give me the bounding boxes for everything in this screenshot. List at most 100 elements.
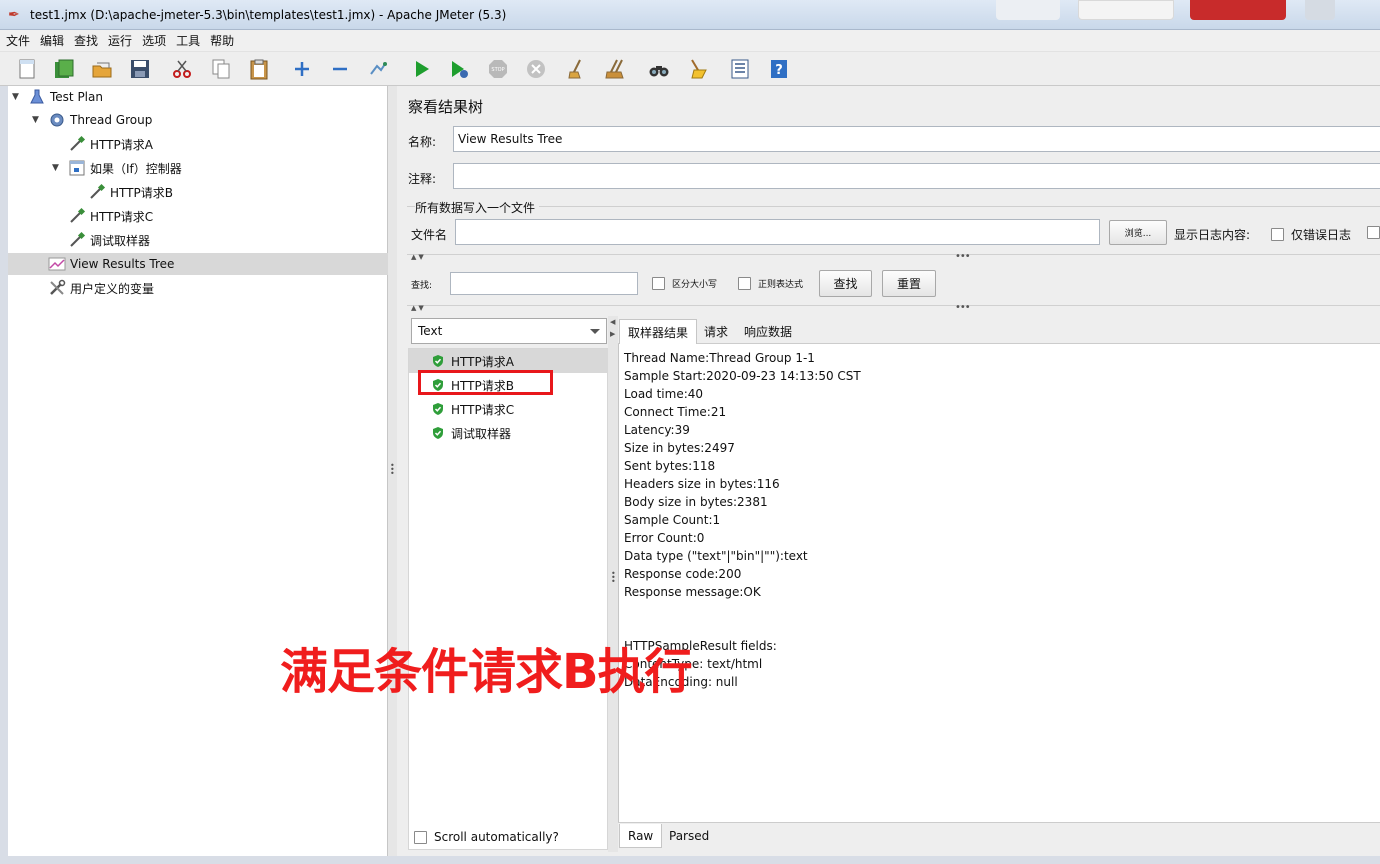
scroll-automatically-checkbox[interactable]: Scroll automatically? [414,830,559,844]
templates-icon[interactable] [52,57,76,81]
menu-tools[interactable]: 工具 [176,32,200,49]
toggle-icon[interactable] [366,57,390,81]
menu-options[interactable]: 选项 [142,32,166,49]
reset-search-icon[interactable] [685,57,709,81]
tree-node-http-c[interactable]: HTTP请求C [68,205,153,227]
chevron-down-icon[interactable] [590,329,600,334]
svg-text:?: ? [775,63,783,78]
expand-icon[interactable] [290,57,314,81]
browse-button[interactable]: 浏览... [1109,220,1167,245]
result-item-http-c[interactable]: HTTP请求C [409,397,608,421]
collapse-icon[interactable] [328,57,352,81]
search-input[interactable] [450,272,638,295]
clear-icon[interactable] [565,57,589,81]
checkbox-box[interactable] [414,830,427,844]
minimize-button[interactable] [996,0,1060,20]
tree-node-test-plan[interactable]: ▼ Test Plan [12,86,103,108]
section-divider[interactable]: ▲▼ ••• [407,251,1380,263]
main-splitter[interactable]: • • • [388,86,397,856]
results-splitter[interactable]: ◀ ▶ • • • [608,316,618,852]
tree-node-view-results-tree[interactable]: View Results Tree [8,253,388,275]
panel-title: 察看结果树 [408,98,484,116]
tab-response-data[interactable]: 响应数据 [736,319,800,344]
checkbox-box[interactable] [738,277,751,290]
start-icon[interactable] [410,57,434,81]
test-plan-tree: ▼ Test Plan ▼ Thread Group HTTP请求A ▼ 如果（… [8,86,388,856]
arrow-left-icon[interactable]: ◀ [610,318,615,326]
reset-button[interactable]: 重置 [882,270,936,297]
clear-all-icon[interactable] [604,57,628,81]
splitter-grip: • • • [390,461,395,478]
collapse-arrow-icon[interactable]: ▼ [32,115,42,125]
tab-request[interactable]: 请求 [696,319,736,344]
divider-arrows-icon[interactable]: ▲▼ [411,304,426,312]
tree-node-http-a[interactable]: HTTP请求A [68,133,153,155]
controller-icon [68,159,86,177]
checkbox-box[interactable] [1271,228,1284,241]
search-button[interactable]: 查找 [819,270,872,297]
result-item-debug-sampler[interactable]: 调试取样器 [409,421,608,445]
detail-line: Body size in bytes:2381 [624,495,768,509]
menu-file[interactable]: 文件 [6,32,30,49]
new-icon[interactable] [15,57,39,81]
arrow-right-icon[interactable]: ▶ [610,330,615,338]
tree-label: HTTP请求C [90,209,154,224]
divider-grip: ••• [955,302,971,313]
name-input[interactable]: View Results Tree [453,126,1380,152]
copy-icon[interactable] [209,57,233,81]
open-icon[interactable] [90,57,114,81]
title-bar: ✒ test1.jmx (D:\apache-jmeter-5.3\bin\te… [0,0,1380,30]
window-extra-icon [1305,0,1335,20]
detail-line: Response message:OK [624,585,761,599]
paste-icon[interactable] [247,57,271,81]
case-sensitive-checkbox[interactable]: 区分大小写 [652,277,717,290]
detail-line: Error Count:0 [624,531,705,545]
menu-edit[interactable]: 编辑 [40,32,64,49]
collapse-arrow-icon[interactable]: ▼ [52,163,62,173]
renderer-select[interactable]: Text [411,318,607,344]
shutdown-icon[interactable] [524,57,548,81]
tab-parsed[interactable]: Parsed [661,824,717,848]
errors-only-checkbox[interactable]: 仅错误日志 [1271,226,1351,243]
menu-help[interactable]: 帮助 [210,32,234,49]
help-icon[interactable]: ? [767,57,791,81]
search-label: 查找: [411,281,433,291]
success-only-checkbox[interactable] [1367,226,1380,239]
save-icon[interactable] [128,57,152,81]
pipette-icon [68,135,86,153]
tree-node-if-controller[interactable]: ▼ 如果（If）控制器 [52,157,182,179]
collapse-arrow-icon[interactable]: ▼ [12,92,22,102]
tree-node-debug-sampler[interactable]: 调试取样器 [68,229,150,251]
start-no-pause-icon[interactable] [447,57,471,81]
tree-node-thread-group[interactable]: ▼ Thread Group [32,109,152,131]
maximize-button[interactable] [1078,0,1174,20]
tab-sampler-result[interactable]: 取样器结果 [619,319,698,344]
log-content-label: 显示日志内容: [1174,228,1251,242]
cut-icon[interactable] [170,57,194,81]
function-helper-icon[interactable] [728,57,752,81]
pipette-icon [68,207,86,225]
errors-only-label: 仅错误日志 [1291,228,1352,242]
search-icon[interactable] [647,57,671,81]
success-shield-icon [433,427,443,439]
splitter-grip: • • • [611,569,616,586]
close-button[interactable] [1190,0,1286,20]
render-mode-tabs: Raw Parsed [618,822,1380,852]
regex-checkbox[interactable]: 正则表达式 [738,277,803,290]
stop-icon[interactable]: STOP [486,57,510,81]
filename-input[interactable] [455,219,1100,245]
menu-search[interactable]: 查找 [74,32,98,49]
comment-input[interactable] [453,163,1380,189]
result-label: 调试取样器 [451,426,512,441]
tree-node-http-b[interactable]: HTTP请求B [88,181,173,203]
checkbox-box[interactable] [1367,226,1380,239]
detail-line: Headers size in bytes:116 [624,477,780,491]
tree-node-user-vars[interactable]: 用户定义的变量 [48,277,154,299]
section-divider[interactable]: ▲▼ ••• [407,302,1380,314]
detail-line: Data type ("text"|"bin"|""):text [624,549,808,563]
tab-raw[interactable]: Raw [619,824,663,848]
menu-run[interactable]: 运行 [108,32,132,49]
checkbox-box[interactable] [652,277,665,290]
divider-arrows-icon[interactable]: ▲▼ [411,253,426,261]
gear-icon [48,111,66,129]
